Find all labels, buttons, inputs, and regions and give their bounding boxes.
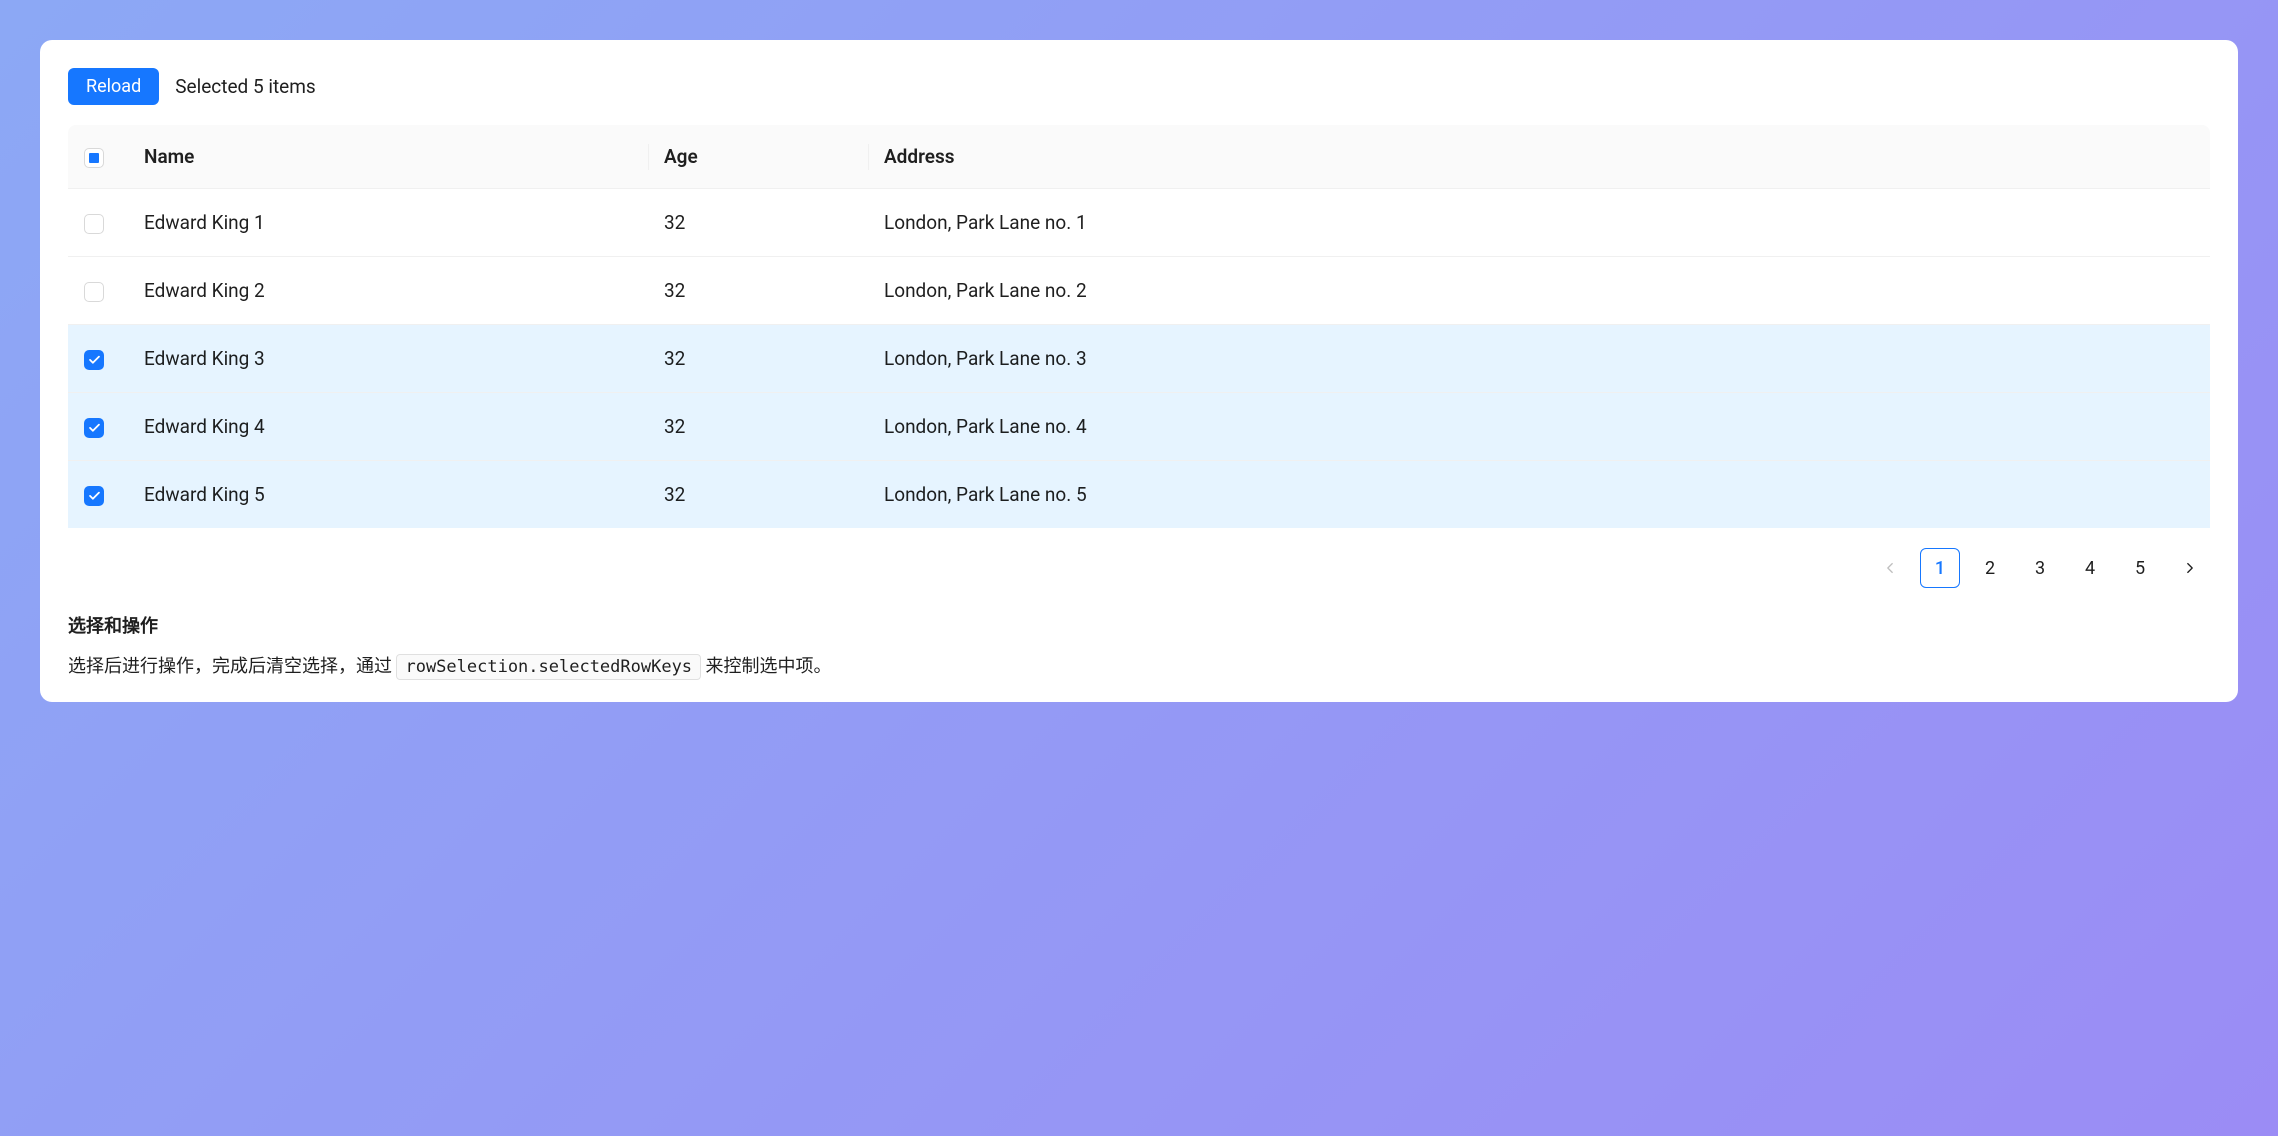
- pagination-page[interactable]: 2: [1970, 548, 2010, 588]
- footer-code: rowSelection.selectedRowKeys: [396, 654, 701, 680]
- cell-age: 32: [648, 189, 868, 257]
- footer-description: 选择后进行操作，完成后清空选择，通过 rowSelection.selected…: [68, 652, 2210, 678]
- column-header-age: Age: [648, 125, 868, 189]
- reload-button[interactable]: Reload: [68, 68, 159, 105]
- cell-age: 32: [648, 325, 868, 393]
- pagination-page[interactable]: 5: [2120, 548, 2160, 588]
- footer-desc-after: 来控制选中项。: [701, 656, 831, 677]
- pagination-page[interactable]: 3: [2020, 548, 2060, 588]
- select-all-checkbox[interactable]: [84, 148, 104, 168]
- column-header-select: [68, 125, 128, 189]
- table-row: Edward King 332London, Park Lane no. 3: [68, 325, 2210, 393]
- cell-name: Edward King 5: [128, 461, 648, 528]
- cell-name: Edward King 2: [128, 257, 648, 325]
- table-row: Edward King 432London, Park Lane no. 4: [68, 393, 2210, 461]
- cell-address: London, Park Lane no. 3: [868, 325, 2210, 393]
- row-checkbox[interactable]: [84, 214, 104, 234]
- toolbar: Reload Selected 5 items: [68, 68, 2210, 105]
- pagination: 12345: [68, 548, 2210, 588]
- cell-age: 32: [648, 257, 868, 325]
- row-checkbox[interactable]: [84, 282, 104, 302]
- footer-title: 选择和操作: [68, 612, 2210, 638]
- cell-address: London, Park Lane no. 2: [868, 257, 2210, 325]
- column-header-address: Address: [868, 125, 2210, 189]
- cell-address: London, Park Lane no. 4: [868, 393, 2210, 461]
- pagination-page[interactable]: 1: [1920, 548, 1960, 588]
- card: Reload Selected 5 items Name Age Address…: [40, 40, 2238, 702]
- pagination-prev: [1870, 548, 1910, 588]
- cell-address: London, Park Lane no. 5: [868, 461, 2210, 528]
- row-checkbox[interactable]: [84, 350, 104, 370]
- footer-section: 选择和操作 选择后进行操作，完成后清空选择，通过 rowSelection.se…: [68, 612, 2210, 678]
- cell-age: 32: [648, 461, 868, 528]
- cell-name: Edward King 4: [128, 393, 648, 461]
- table-row: Edward King 532London, Park Lane no. 5: [68, 461, 2210, 528]
- cell-name: Edward King 3: [128, 325, 648, 393]
- row-checkbox[interactable]: [84, 486, 104, 506]
- selected-count-text: Selected 5 items: [175, 75, 316, 98]
- cell-age: 32: [648, 393, 868, 461]
- footer-desc-before: 选择后进行操作，完成后清空选择，通过: [68, 656, 396, 677]
- pagination-page[interactable]: 4: [2070, 548, 2110, 588]
- row-checkbox[interactable]: [84, 418, 104, 438]
- pagination-next[interactable]: [2170, 548, 2210, 588]
- data-table: Name Age Address Edward King 132London, …: [68, 125, 2210, 528]
- table-row: Edward King 232London, Park Lane no. 2: [68, 257, 2210, 325]
- cell-name: Edward King 1: [128, 189, 648, 257]
- table-row: Edward King 132London, Park Lane no. 1: [68, 189, 2210, 257]
- column-header-name: Name: [128, 125, 648, 189]
- cell-address: London, Park Lane no. 1: [868, 189, 2210, 257]
